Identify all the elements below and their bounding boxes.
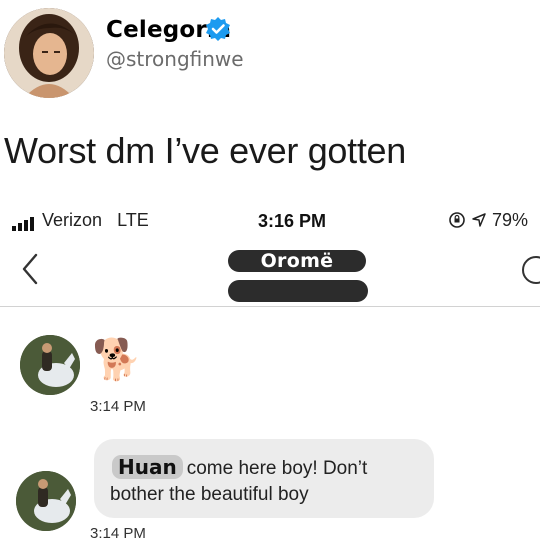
status-carrier: Verizon LTE bbox=[12, 210, 149, 231]
info-icon[interactable] bbox=[520, 254, 540, 286]
message-text: come here boy! Don’t bbox=[186, 458, 368, 479]
carrier-name: Verizon bbox=[42, 210, 103, 230]
message-timestamp: 3:14 PM bbox=[90, 398, 146, 415]
user-handle[interactable]: @strongfinwe bbox=[106, 47, 244, 71]
location-icon bbox=[471, 210, 492, 230]
battery-percentage: 79% bbox=[492, 210, 529, 230]
sender-avatar[interactable] bbox=[20, 335, 80, 395]
contact-name[interactable]: Oromë bbox=[228, 250, 366, 272]
back-chevron-icon[interactable] bbox=[20, 252, 40, 286]
message-timestamp: 3:14 PM bbox=[90, 525, 146, 542]
signal-strength-icon bbox=[12, 210, 36, 231]
tweet-text: Worst dm I’ve ever gotten bbox=[4, 130, 407, 171]
redaction-bar bbox=[228, 280, 368, 302]
status-time: 3:16 PM bbox=[258, 211, 327, 231]
message-text-line-1: Huan come here boy! Don’t bbox=[112, 455, 367, 480]
verified-badge-icon bbox=[205, 16, 231, 42]
message-text-line-2: bother the beautiful boy bbox=[110, 484, 309, 505]
sender-avatar[interactable] bbox=[16, 471, 76, 531]
rotation-lock-icon bbox=[448, 210, 471, 230]
header-divider bbox=[0, 306, 540, 307]
network-type: LTE bbox=[117, 210, 149, 230]
status-right: 79% bbox=[448, 210, 528, 231]
name-tag: Huan bbox=[112, 455, 183, 479]
profile-avatar[interactable] bbox=[4, 8, 94, 98]
dog-emoji-icon: 🐕 bbox=[92, 338, 142, 382]
